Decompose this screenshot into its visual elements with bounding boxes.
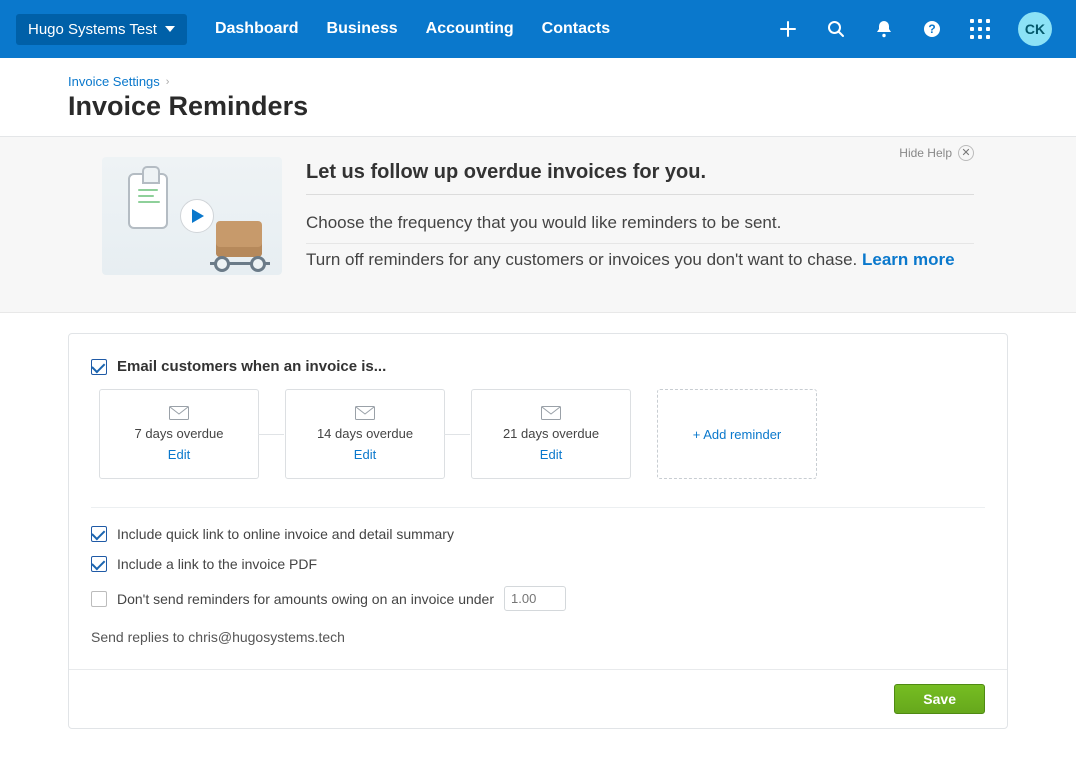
help-line-2: Turn off reminders for any customers or … xyxy=(306,244,974,280)
nav-utility: ? CK xyxy=(778,12,1052,46)
svg-text:?: ? xyxy=(928,22,935,36)
threshold-input[interactable] xyxy=(504,586,566,611)
cart-illustration xyxy=(210,257,270,265)
play-icon xyxy=(192,209,204,223)
nav-contacts[interactable]: Contacts xyxy=(542,20,610,38)
apps-icon[interactable] xyxy=(970,19,990,39)
breadcrumb: Invoice Settings › xyxy=(68,74,1052,89)
email-when-label: Email customers when an invoice is... xyxy=(117,358,386,375)
learn-more-link[interactable]: Learn more xyxy=(862,250,955,269)
replies-prefix: Send replies to xyxy=(91,629,188,645)
hide-help-label: Hide Help xyxy=(899,146,952,160)
envelope-icon xyxy=(169,406,189,420)
help-banner: Hide Help ✕ Let us follow up overdue inv… xyxy=(0,137,1076,313)
option-pdf: Include a link to the invoice PDF xyxy=(91,556,985,572)
org-switcher[interactable]: Hugo Systems Test xyxy=(16,14,187,45)
help-line-1: Choose the frequency that you would like… xyxy=(306,207,974,244)
reminder-item: 7 days overdue Edit xyxy=(99,389,259,479)
reminder-edit-link[interactable]: Edit xyxy=(168,447,190,462)
page-title: Invoice Reminders xyxy=(68,91,1052,122)
plus-icon[interactable] xyxy=(778,19,798,39)
nav-accounting[interactable]: Accounting xyxy=(426,20,514,38)
email-when-heading: Email customers when an invoice is... xyxy=(91,358,985,375)
reminder-edit-link[interactable]: Edit xyxy=(354,447,376,462)
connector-line xyxy=(258,434,284,435)
nav-dashboard[interactable]: Dashboard xyxy=(215,20,299,38)
org-name: Hugo Systems Test xyxy=(28,21,157,38)
pdf-checkbox[interactable] xyxy=(91,556,107,572)
reminder-item: 14 days overdue Edit xyxy=(285,389,445,479)
caret-down-icon xyxy=(165,26,175,32)
divider xyxy=(91,507,985,508)
avatar[interactable]: CK xyxy=(1018,12,1052,46)
search-icon[interactable] xyxy=(826,19,846,39)
reminder-item: 21 days overdue Edit xyxy=(471,389,631,479)
box-illustration xyxy=(216,221,262,257)
clipboard-illustration xyxy=(128,173,168,229)
threshold-checkbox[interactable] xyxy=(91,591,107,607)
help-icon[interactable]: ? xyxy=(922,19,942,39)
quicklink-label: Include quick link to online invoice and… xyxy=(117,526,454,542)
page-header: Invoice Settings › Invoice Reminders xyxy=(0,58,1076,137)
help-text: Let us follow up overdue invoices for yo… xyxy=(306,157,974,280)
option-quicklink: Include quick link to online invoice and… xyxy=(91,526,985,542)
chevron-right-icon: › xyxy=(166,76,170,88)
reminder-edit-link[interactable]: Edit xyxy=(540,447,562,462)
reminders-card: Email customers when an invoice is... 7 … xyxy=(68,333,1008,729)
bell-icon[interactable] xyxy=(874,19,894,39)
reminder-list: 7 days overdue Edit 14 days overdue Edit… xyxy=(91,389,985,479)
top-nav: Hugo Systems Test Dashboard Business Acc… xyxy=(0,0,1076,58)
avatar-initials: CK xyxy=(1025,21,1045,37)
add-reminder-button[interactable]: + Add reminder xyxy=(657,389,817,479)
help-title: Let us follow up overdue invoices for yo… xyxy=(306,161,974,195)
help-line-2-text: Turn off reminders for any customers or … xyxy=(306,250,862,269)
threshold-label: Don't send reminders for amounts owing o… xyxy=(117,591,494,607)
replies-line: Send replies to chris@hugosystems.tech xyxy=(91,629,985,645)
option-threshold: Don't send reminders for amounts owing o… xyxy=(91,586,985,611)
connector-line xyxy=(444,434,470,435)
email-when-checkbox[interactable] xyxy=(91,359,107,375)
nav-business[interactable]: Business xyxy=(327,20,398,38)
envelope-icon xyxy=(541,406,561,420)
help-video-thumbnail[interactable] xyxy=(102,157,282,275)
close-icon: ✕ xyxy=(958,145,974,161)
reminder-label: 7 days overdue xyxy=(135,426,224,441)
add-reminder-label: + Add reminder xyxy=(693,427,782,442)
breadcrumb-parent[interactable]: Invoice Settings xyxy=(68,74,160,89)
reminder-label: 21 days overdue xyxy=(503,426,599,441)
primary-nav: Dashboard Business Accounting Contacts xyxy=(215,20,610,38)
card-footer: Save xyxy=(69,669,1007,728)
hide-help-button[interactable]: Hide Help ✕ xyxy=(899,145,974,161)
save-button[interactable]: Save xyxy=(894,684,985,714)
replies-email: chris@hugosystems.tech xyxy=(188,629,345,645)
pdf-label: Include a link to the invoice PDF xyxy=(117,556,317,572)
reminder-label: 14 days overdue xyxy=(317,426,413,441)
envelope-icon xyxy=(355,406,375,420)
play-button[interactable] xyxy=(180,199,214,233)
quicklink-checkbox[interactable] xyxy=(91,526,107,542)
